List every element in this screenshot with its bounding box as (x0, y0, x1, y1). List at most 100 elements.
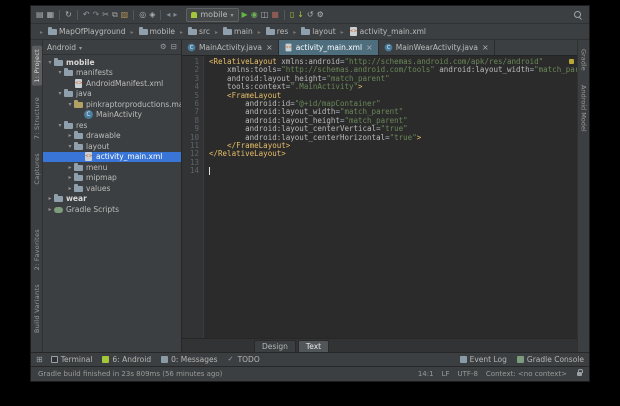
tree-expand-arrow[interactable]: ▸ (66, 132, 74, 139)
gradle-console-tool-button[interactable]: Gradle Console (516, 355, 584, 364)
breadcrumb-label: activity_main.xml (359, 27, 427, 36)
close-icon[interactable] (266, 43, 273, 52)
chevron-right-icon (341, 27, 344, 36)
tree-item[interactable]: ▸ Gradle Scripts (43, 204, 181, 215)
tree-item[interactable]: ▾ manifests (43, 68, 181, 79)
breadcrumb-item[interactable]: src (177, 27, 210, 36)
code-line[interactable]: 12 </RelativeLayout> (182, 150, 577, 159)
gradle-tool-button[interactable]: Gradle (579, 46, 589, 74)
navigation-bar: MapOfPlayground mobile src ma (31, 24, 589, 40)
tree-expand-arrow[interactable]: ▸ (46, 195, 54, 202)
copy-icon[interactable]: ⧉ (112, 10, 118, 20)
close-icon[interactable] (482, 43, 489, 52)
encoding-widget[interactable]: UTF-8 (458, 370, 478, 378)
build-variants-tool-button[interactable]: Build Variants (32, 281, 42, 336)
tree-item[interactable]: activity_main.xml (43, 151, 181, 162)
sdk-manager-icon[interactable]: ↓ (297, 10, 304, 20)
paste-icon[interactable]: ▧ (121, 10, 129, 20)
avd-manager-icon[interactable]: ▯ (290, 10, 294, 20)
undo-icon[interactable]: ↶ (83, 10, 90, 20)
replace-icon[interactable]: ◈ (149, 10, 155, 20)
tree-item[interactable]: ▸ wear (43, 194, 181, 205)
tree-item[interactable]: ▾ java (43, 89, 181, 100)
project-tool-button[interactable]: 1: Project (31, 46, 42, 86)
tree-item[interactable]: ▸ values (43, 183, 181, 194)
settings-gear-icon[interactable]: ⚙ (160, 42, 167, 52)
tree-expand-arrow[interactable]: ▾ (46, 59, 54, 66)
forward-arrow-icon[interactable]: ▸ (173, 10, 177, 20)
tool-window-label: 0: Messages (171, 355, 218, 364)
tree-item[interactable]: ▸ menu (43, 162, 181, 173)
breadcrumb-item[interactable]: activity_main.xml (338, 27, 426, 36)
debug-icon[interactable]: ◉ (251, 10, 258, 20)
tree-item[interactable]: ▸ mipmap (43, 173, 181, 184)
favorites-tool-button[interactable]: 2: Favorites (32, 226, 42, 273)
messages-tool-button[interactable]: 0: Messages (161, 355, 218, 364)
gradle-console-icon (516, 356, 524, 363)
breadcrumb-item[interactable]: mobile (128, 27, 175, 36)
tool-window-access-icon[interactable] (36, 355, 43, 364)
sync-icon[interactable]: ↻ (65, 10, 72, 20)
run-icon[interactable]: ▶ (242, 10, 248, 20)
event-log-tool-button[interactable]: Event Log (459, 355, 507, 364)
code-line[interactable]: 14 (182, 166, 577, 176)
tool-window-bar: Terminal 6: Android 0: Messages TODO (31, 352, 589, 366)
main-area: 1: Project 7: Structure Captures 2: Favo… (31, 40, 589, 352)
editor-tab[interactable]: MainWearActivity.java (378, 40, 495, 55)
line-separator-widget[interactable]: LF (442, 370, 450, 378)
redo-icon[interactable]: ↷ (93, 10, 100, 20)
tree-item[interactable]: MainActivity (43, 110, 181, 121)
tree-expand-arrow[interactable]: ▾ (56, 90, 64, 97)
tree-expand-arrow[interactable]: ▾ (56, 69, 64, 76)
captures-tool-button[interactable]: Captures (32, 150, 42, 188)
view-tab[interactable]: Text (297, 340, 330, 352)
breadcrumb-item[interactable]: res (255, 27, 288, 36)
breadcrumb-label: mobile (149, 27, 176, 36)
terminal-tool-button[interactable]: Terminal (50, 355, 92, 364)
android-tool-button[interactable]: 6: Android (102, 355, 151, 364)
folder-icon (48, 27, 58, 36)
line-number: 1 (194, 57, 199, 66)
tree-item[interactable]: ▸ drawable (43, 131, 181, 142)
open-icon[interactable]: ▤ (36, 10, 44, 20)
structure-tool-button[interactable]: 7: Structure (32, 94, 42, 142)
project-view-select[interactable]: Android (47, 43, 82, 52)
tree-item[interactable]: ▾ layout (43, 141, 181, 152)
code-area[interactable]: 1 <RelativeLayout xmlns:android="http://s… (182, 56, 577, 338)
breadcrumb-item[interactable]: MapOfPlayground (37, 27, 126, 36)
code-line[interactable]: 13 (182, 158, 577, 167)
tree-expand-arrow[interactable]: ▾ (56, 122, 64, 129)
gradle-sync-icon[interactable]: ↺ (307, 10, 314, 20)
tree-expand-arrow[interactable]: ▸ (66, 185, 74, 192)
close-icon[interactable] (366, 43, 373, 52)
save-icon[interactable]: ▦ (47, 10, 55, 20)
tree-expand-arrow[interactable]: ▸ (66, 174, 74, 181)
find-icon[interactable]: ◎ (139, 10, 146, 20)
caret-position-widget[interactable]: 14:1 (418, 370, 434, 378)
collapse-all-icon[interactable]: ⊟ (171, 42, 177, 52)
tree-item[interactable]: ▾ res (43, 120, 181, 131)
run-configuration-select[interactable]: mobile (186, 7, 239, 22)
editor-tab[interactable]: MainActivity.java (182, 40, 279, 55)
lock-icon[interactable] (577, 369, 583, 376)
breadcrumb-item[interactable]: main (212, 27, 253, 36)
run-coverage-icon[interactable]: ◫ (261, 10, 269, 20)
stop-icon[interactable]: ■ (271, 10, 279, 20)
back-arrow-icon[interactable]: ◂ (166, 10, 170, 20)
tree-expand-arrow[interactable]: ▾ (66, 101, 74, 108)
tree-expand-arrow[interactable]: ▸ (46, 206, 54, 213)
cut-icon[interactable]: ✂ (102, 10, 109, 20)
tree-item[interactable]: AndroidManifest.xml (43, 78, 181, 89)
tree-item[interactable]: ▾ mobile (43, 57, 181, 68)
tool-window-bar-left: Terminal 6: Android 0: Messages TODO (50, 355, 260, 364)
android-model-tool-button[interactable]: Android Model (579, 82, 589, 135)
editor-tab[interactable]: activity_main.xml (278, 40, 379, 55)
view-tab[interactable]: Design (254, 340, 296, 352)
tree-expand-arrow[interactable]: ▾ (66, 143, 74, 150)
todo-tool-button[interactable]: TODO (228, 355, 260, 364)
tree-item[interactable]: ▾ pinkraptorproductions.mapsofplayground (43, 99, 181, 110)
search-icon[interactable] (574, 10, 582, 19)
project-structure-icon[interactable]: ⚙ (317, 10, 324, 20)
breadcrumb-item[interactable]: layout (290, 27, 336, 36)
tree-expand-arrow[interactable]: ▸ (66, 164, 74, 171)
